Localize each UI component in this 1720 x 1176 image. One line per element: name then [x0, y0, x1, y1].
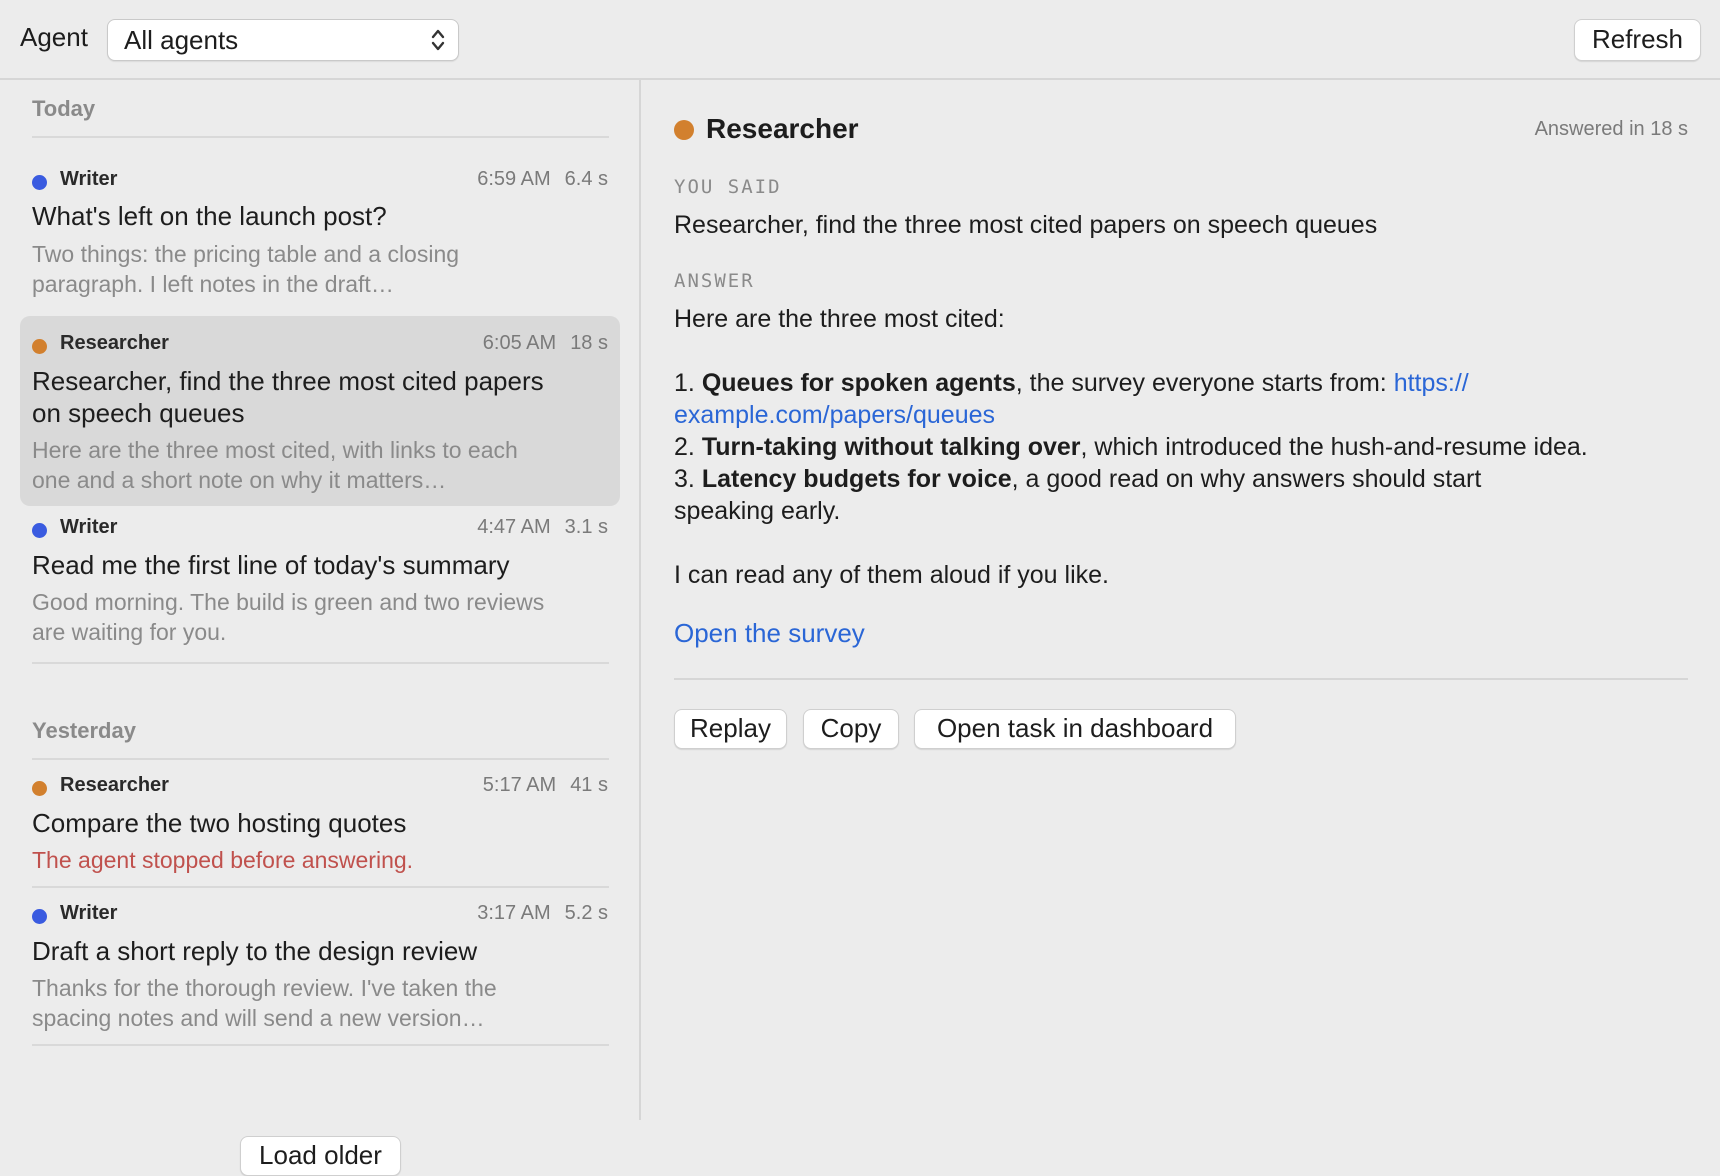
paper-link[interactable]: https:// [1394, 369, 1469, 397]
answer-list-item: 1. Queues for spoken agents, the survey … [674, 367, 1688, 399]
list-item-selected[interactable]: Researcher 6:05 AM 18 s Researcher, find … [20, 316, 620, 506]
list-text: , which introduced the hush-and-resume i… [1080, 433, 1588, 461]
divider [32, 662, 609, 664]
item-preview-line: one and a short note on why it matters… [32, 467, 447, 493]
answered-time: Answered in 18 s [1534, 118, 1688, 140]
item-meta: Researcher 6:05 AM 18 s [32, 332, 608, 360]
paper-link[interactable]: example.com/papers/queues [674, 401, 995, 429]
item-duration: 18 s [570, 332, 608, 354]
divider [32, 758, 609, 760]
item-time: 3:17 AM [477, 902, 551, 924]
refresh-button[interactable]: Refresh [1574, 19, 1701, 61]
detail-agent-name: Researcher [706, 113, 859, 144]
answer-list-item: 2. Turn-taking without talking over, whi… [674, 431, 1688, 463]
item-preview-line: Good morning. The build is green and two… [32, 589, 545, 615]
item-duration: 3.1 s [564, 516, 608, 538]
answer-closing: I can read any of them aloud if you like… [674, 561, 1109, 589]
answer-list-item: 3. Latency budgets for voice, a good rea… [674, 463, 1688, 495]
divider [32, 136, 609, 138]
item-meta: Writer 4:47 AM 3.1 s [32, 516, 608, 544]
item-duration: 5.2 s [564, 902, 608, 924]
item-preview-line: are waiting for you. [32, 619, 227, 645]
divider [32, 886, 609, 888]
paper-title: Latency budgets for voice [701, 465, 1012, 493]
agent-dot-icon [32, 781, 47, 796]
history-sidebar: Today Writer 6:59 AM 6.4 s What's left on… [0, 80, 641, 1176]
answer-label: ANSWER [674, 270, 755, 292]
item-title-line: on speech queues [32, 398, 245, 428]
item-agent: Writer [60, 168, 118, 190]
item-duration: 41 s [570, 774, 608, 796]
item-preview-line: spacing notes and will send a new versio… [32, 1005, 485, 1031]
item-agent: Researcher [60, 332, 169, 354]
list-text: , a good read on why answers should star… [1011, 465, 1482, 493]
item-time: 6:59 AM [477, 168, 551, 190]
item-title: Compare the two hosting quotes [32, 808, 407, 838]
agent-filter-select[interactable]: All agents [107, 19, 459, 61]
item-preview-line: paragraph. I left notes in the draft… [32, 271, 394, 297]
list-text: , the survey everyone starts from: [1015, 369, 1394, 397]
load-older-button[interactable]: Load older [240, 1136, 401, 1176]
paper-title: Turn-taking without talking over [701, 433, 1081, 461]
answer-list-item-cont: example.com/papers/queues [674, 399, 1688, 431]
answer-list-item-cont: speaking early. [674, 497, 841, 525]
item-title-line: Researcher, find the three most cited pa… [32, 366, 544, 396]
list-number: 3. [674, 465, 695, 493]
you-said-label: YOU SAID [674, 176, 782, 198]
list-number: 2. [674, 433, 695, 461]
item-meta: Writer 6:59 AM 6.4 s [32, 168, 608, 196]
section-header-today: Today [32, 96, 96, 121]
list-item[interactable]: Writer 4:47 AM 3.1 s Read me the first li… [20, 516, 620, 666]
copy-button[interactable]: Copy [803, 709, 899, 749]
open-survey-link[interactable]: Open the survey [674, 618, 865, 649]
item-title: Draft a short reply to the design review [32, 936, 478, 966]
item-agent: Writer [60, 516, 118, 538]
item-time: 5:17 AM [482, 774, 557, 796]
item-preview-line: Two things: the pricing table and a clos… [32, 241, 460, 267]
item-preview-line: Here are the three most cited, with link… [32, 437, 518, 463]
item-title: Read me the first line of today's summar… [32, 550, 510, 580]
toolbar: Agent All agents Refresh [0, 0, 1720, 80]
agent-dot-icon [674, 120, 694, 140]
open-task-dashboard-button[interactable]: Open task in dashboard [914, 709, 1236, 749]
paper-title: Queues for spoken agents [701, 369, 1016, 397]
item-agent: Researcher [60, 774, 169, 796]
list-item[interactable]: Writer 3:17 AM 5.2 s Draft a short reply … [20, 902, 620, 1052]
item-time: 4:47 AM [477, 516, 551, 538]
divider [32, 1044, 609, 1046]
item-error-text: The agent stopped before answering. [32, 847, 414, 873]
agent-filter-value: All agents [124, 25, 239, 55]
agent-dot-icon [32, 523, 47, 538]
item-meta: Writer 3:17 AM 5.2 s [32, 902, 608, 930]
answer-intro: Here are the three most cited: [674, 305, 1005, 333]
agent-filter-label: Agent [20, 22, 88, 52]
detail-pane: Researcher Answered in 18 s YOU SAID Res… [641, 80, 1720, 1120]
divider [674, 678, 1688, 680]
item-preview-line: Thanks for the thorough review. I've tak… [32, 975, 497, 1001]
section-header-yesterday: Yesterday [32, 718, 136, 743]
item-title: What's left on the launch post? [32, 201, 387, 231]
list-item[interactable]: Writer 6:59 AM 6.4 s What's left on the l… [20, 168, 620, 318]
item-meta: Researcher 5:17 AM 41 s [32, 774, 608, 802]
replay-button[interactable]: Replay [674, 709, 787, 749]
list-item[interactable]: Researcher 5:17 AM 41 s Compare the two h… [20, 774, 620, 884]
agent-dot-icon [32, 339, 47, 354]
chevron-up-down-icon [431, 29, 445, 51]
item-time: 6:05 AM [482, 332, 557, 354]
item-agent: Writer [60, 902, 118, 924]
list-number: 1. [674, 369, 695, 397]
agent-dot-icon [32, 909, 47, 924]
agent-dot-icon [32, 175, 47, 190]
item-duration: 6.4 s [564, 168, 608, 190]
you-said-text: Researcher, find the three most cited pa… [674, 211, 1378, 239]
